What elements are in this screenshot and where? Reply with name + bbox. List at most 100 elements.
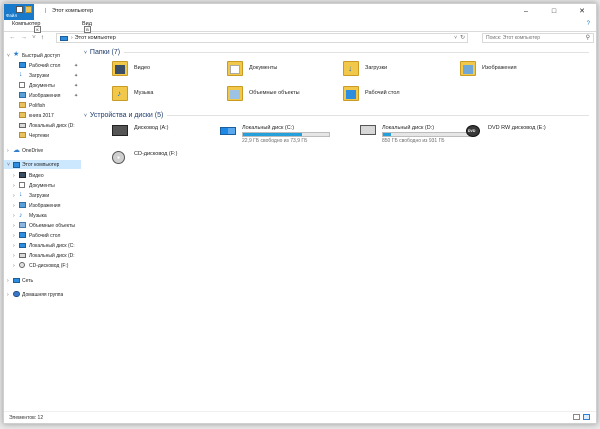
nav-this-pc[interactable]: ˅ Этот компьютер [4,160,81,169]
refresh-icon[interactable]: ↻ [460,34,465,41]
nav-pc-videos[interactable]: › Видео [4,171,81,180]
close-button[interactable]: ✕ [568,4,596,18]
expand-chevron-icon[interactable]: › [13,263,15,269]
expand-chevron-icon[interactable]: › [13,203,15,209]
nav-pc-cd-drive[interactable]: › CD-дисковод (F:) [4,261,81,270]
nav-onedrive[interactable]: › ☁ OneDrive [4,146,81,155]
file-tab-label: Файл [6,13,18,18]
nav-pc-downloads[interactable]: › ↓ Загрузки [4,191,81,200]
nav-item-polifish[interactable]: Polifish [4,101,81,110]
nav-item-downloads[interactable]: ↓ Загрузки ✦ [4,71,81,80]
downloads-icon: ↓ [19,71,23,78]
pin-icon[interactable]: ✦ [74,73,78,79]
address-bar[interactable]: › Этот компьютер ˅ ↻ [56,33,468,43]
expand-chevron-icon[interactable]: › [13,173,15,179]
nav-pc-3d-objects[interactable]: › Объемные объекты [4,221,81,230]
explorer-window: Файл | Этот компьютер – □ ✕ Компьютер К … [3,3,597,424]
drive-tile-local-c[interactable]: Локальный диск (C:) 22,9 ГБ свободно из … [220,123,340,149]
expand-chevron-icon[interactable]: › [13,243,15,249]
folder-tile-3d-objects[interactable]: Объемные объекты [227,86,337,108]
details-view-icon[interactable] [573,414,580,420]
expand-chevron-icon[interactable]: › [13,253,15,259]
up-arrow-icon[interactable]: ↑ [41,34,44,41]
drive-tile-dvd-e[interactable]: DVD DVD RW дисковод (E:) [466,123,586,149]
collapse-chevron-icon[interactable]: ˅ [84,113,87,119]
cd-drive-icon [112,151,125,164]
forward-arrow-icon[interactable]: → [21,34,28,41]
expand-chevron-icon[interactable]: › [13,213,15,219]
pin-icon[interactable]: ✦ [74,83,78,89]
devices-section-header[interactable]: ˅ Устройства и диски (5) [84,111,589,120]
nav-pc-pictures[interactable]: › Изображения [4,201,81,210]
address-dropdown-icon[interactable]: ˅ [454,35,457,41]
nav-pc-music[interactable]: › ♪ Музыка [4,211,81,220]
3d-objects-icon [19,222,26,228]
folder-tile-videos[interactable]: Видео [112,61,222,83]
nav-item-book-2017[interactable]: книга 2017 [4,111,81,120]
nav-label: Видео [29,172,44,179]
collapse-chevron-icon[interactable]: ˅ [7,162,10,168]
help-icon[interactable]: ? [587,21,590,27]
nav-item-pictures[interactable]: Изображения ✦ [4,91,81,100]
tiles-view-icon[interactable] [583,414,590,420]
minimize-button[interactable]: – [512,4,540,18]
nav-pc-local-disk-c[interactable]: › Локальный диск (C: [4,241,81,250]
drive-tile-floppy-a[interactable]: Дисковод (A:) [112,123,232,149]
nav-pc-desktop[interactable]: › Рабочий стол [4,231,81,240]
collapse-chevron-icon[interactable]: ˅ [84,50,87,56]
drive-free-space: 22,9 ГБ свободно из 73,9 ГБ [242,138,308,144]
nav-pc-local-disk-d[interactable]: › Локальный диск (D: [4,251,81,260]
search-input[interactable] [483,34,578,42]
collapse-chevron-icon[interactable]: ˅ [7,53,10,59]
expand-chevron-icon[interactable]: › [13,193,15,199]
nav-label: Документы [29,82,55,89]
drive-label: Дисковод (A:) [134,125,169,131]
search-box[interactable]: ⚲ [482,33,594,43]
nav-pc-documents[interactable]: › Документы [4,181,81,190]
folder-tile-downloads[interactable]: ↓ Загрузки [343,61,453,83]
pin-icon[interactable]: ✦ [74,63,78,69]
search-icon: ⚲ [585,35,590,41]
folder-tile-desktop[interactable]: Рабочий стол [343,86,453,108]
expand-chevron-icon[interactable]: › [13,223,15,229]
address-row: ← → ˅ ↑ › Этот компьютер ˅ ↻ ⚲ [4,32,596,45]
nav-homegroup[interactable]: › Домашняя группа [4,290,81,299]
nav-item-documents[interactable]: Документы ✦ [4,81,81,90]
expand-chevron-icon[interactable]: › [7,148,9,154]
back-arrow-icon[interactable]: ← [9,34,16,41]
nav-label: Музыка [29,212,47,219]
nav-quick-access[interactable]: ˅ ★ Быстрый доступ [4,51,81,60]
nav-label: Локальный диск (C: [29,242,75,249]
folder-tile-pictures[interactable]: Изображения [460,61,570,83]
pictures-icon [19,92,26,98]
drive-tile-cd-f[interactable]: CD-дисковод (F:) [112,149,232,175]
pin-icon[interactable]: ✦ [74,93,78,99]
ribbon: Компьютер К Вид В ? [4,20,596,33]
dvd-badge: DVD [468,129,476,133]
expand-chevron-icon[interactable]: › [7,292,9,298]
nav-network[interactable]: › Сеть [4,276,81,285]
downloads-folder-icon: ↓ [343,61,359,76]
folder-icon [19,112,26,118]
folders-section-header[interactable]: ˅ Папки (7) [84,48,589,57]
properties-icon[interactable] [16,6,23,13]
desktop-icon [19,232,26,238]
expand-chevron-icon[interactable]: › [7,278,9,284]
nav-item-desktop[interactable]: Рабочий стол ✦ [4,61,81,70]
nav-item-local-disk-d[interactable]: Локальный диск (D: [4,121,81,130]
nav-item-drawings[interactable]: Чертежи [4,131,81,140]
nav-label: Загрузки [29,72,50,79]
folder-tile-music[interactable]: ♪ Музыка [112,86,222,108]
drive-label: Локальный диск (C:) [242,125,295,131]
folder-tile-documents[interactable]: Документы [227,61,337,83]
maximize-button[interactable]: □ [540,4,568,18]
new-folder-icon[interactable] [25,6,32,13]
computer-icon [13,162,20,168]
folder-icon [19,102,26,108]
drive-tile-local-d[interactable]: Локальный диск (D:) 850 ГБ свободно из 9… [360,123,480,149]
expand-chevron-icon[interactable]: › [13,233,15,239]
expand-chevron-icon[interactable]: › [13,183,15,189]
nav-label: книга 2017 [29,112,54,119]
recent-dropdown-icon[interactable]: ˅ [32,34,36,41]
nav-label: Polifish [29,102,46,109]
